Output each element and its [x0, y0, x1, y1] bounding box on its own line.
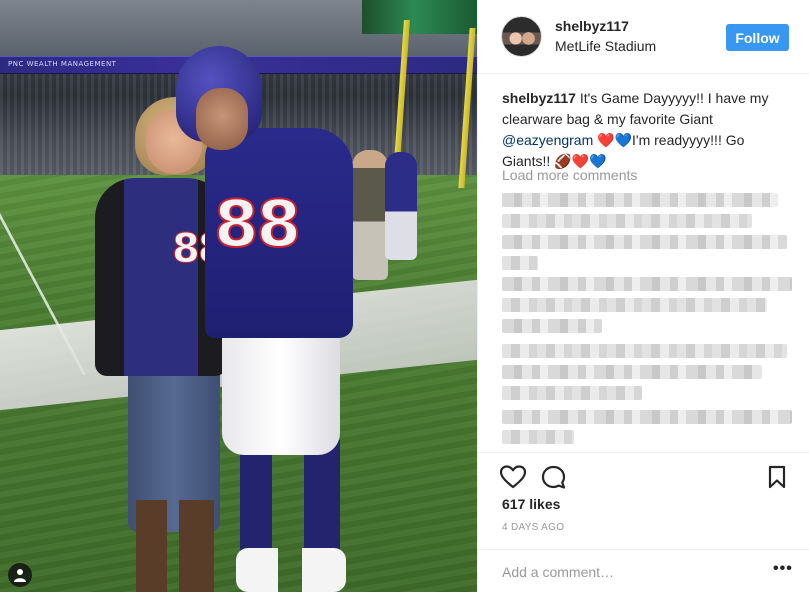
background-person	[352, 150, 388, 280]
avatar[interactable]	[501, 16, 542, 57]
player-pants	[222, 325, 340, 455]
post-caption: shelbyz117 It's Game Dayyyyy!! I have my…	[502, 88, 792, 172]
post-header: shelbyz117 MetLife Stadium Follow	[478, 0, 809, 74]
player-jersey-number: 88	[213, 187, 302, 263]
woman-boots	[136, 500, 214, 592]
blurred-comment	[502, 430, 574, 444]
blurred-comment	[502, 386, 642, 400]
more-options-icon[interactable]: •••	[773, 560, 793, 578]
blurred-comment	[502, 214, 752, 228]
blurred-comment	[502, 277, 792, 291]
load-more-comments-link[interactable]: Load more comments	[502, 167, 637, 183]
post-sidebar: shelbyz117 MetLife Stadium Follow shelby…	[477, 0, 809, 592]
comment-box: •••	[478, 549, 809, 592]
comment-input[interactable]	[502, 562, 752, 582]
blurred-comment	[502, 235, 787, 249]
banner-text: PNC WEALTH MANAGEMENT	[8, 60, 117, 68]
comment-icon[interactable]	[541, 465, 566, 495]
hearts-emoji: ❤️💙	[597, 132, 633, 148]
blurred-comment	[502, 410, 792, 424]
follow-button[interactable]: Follow	[726, 24, 789, 51]
player-cleats	[236, 548, 346, 592]
heart-icon[interactable]	[499, 465, 527, 494]
bookmark-icon[interactable]	[768, 465, 786, 494]
post-username[interactable]: shelbyz117	[555, 18, 629, 34]
post-actions: 617 likes 4 DAYS AGO •••	[478, 452, 809, 592]
post-photo[interactable]: PNC WEALTH MANAGEMENT 88 88	[0, 0, 477, 592]
blurred-comment	[502, 365, 762, 379]
blurred-comment	[502, 298, 767, 312]
caption-mention-link[interactable]: @eazyengram	[502, 132, 593, 148]
player-face	[196, 88, 248, 150]
background-player	[385, 152, 417, 260]
blurred-comment	[502, 193, 778, 207]
user-tag-icon[interactable]	[8, 563, 32, 587]
blurred-comment	[502, 344, 787, 358]
blurred-comment	[502, 319, 602, 333]
likes-count[interactable]: 617 likes	[502, 496, 560, 512]
blurred-comment	[502, 256, 538, 270]
stadium-scoreboard	[362, 0, 477, 34]
caption-username[interactable]: shelbyz117	[502, 90, 576, 106]
post-location[interactable]: MetLife Stadium	[555, 38, 656, 54]
post-timestamp[interactable]: 4 DAYS AGO	[502, 522, 564, 533]
